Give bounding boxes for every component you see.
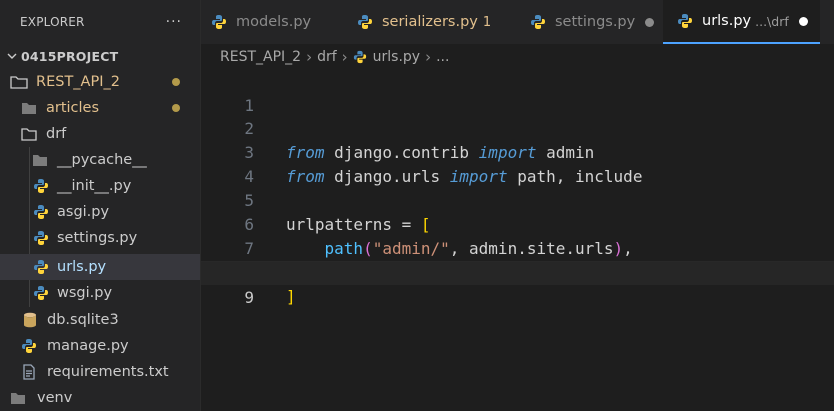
chevron-down-icon: [7, 53, 17, 59]
python-file-icon: [34, 205, 48, 219]
tab-urls-py[interactable]: urls.py ...\drf: [663, 0, 820, 44]
explorer-header: EXPLORER ···: [0, 0, 200, 44]
tab-label: urls.py: [702, 13, 752, 29]
code-line-current[interactable]: 9: [201, 261, 834, 307]
tab-models-py[interactable]: models.py: [211, 0, 361, 44]
tab-label: serializers.py: [382, 14, 478, 30]
tree-item-requirements-txt[interactable]: requirements.txt: [0, 359, 200, 385]
chevron-right-icon: ›: [425, 48, 432, 66]
tree-item-label: wsgi.py: [57, 285, 113, 301]
code-line[interactable]: 4: [201, 141, 834, 186]
tree-item-label: __pycache__: [57, 152, 147, 168]
tree-item-drf[interactable]: drf: [0, 121, 200, 147]
tree-item-asgi-py[interactable]: asgi.py: [0, 199, 200, 225]
tab-settings-py[interactable]: settings.py: [530, 0, 660, 44]
problem-count-badge: 1: [482, 14, 492, 30]
breadcrumb-item[interactable]: drf: [317, 49, 337, 65]
tree-item-label: manage.py: [47, 338, 129, 354]
tree-item-label: requirements.txt: [47, 364, 169, 380]
code-line[interactable]: 3 from django.urls import path, include: [201, 117, 834, 186]
modified-indicator: [172, 104, 180, 112]
text-file-icon: [23, 364, 35, 380]
tab-label: settings.py: [555, 14, 636, 30]
modified-indicator: [172, 78, 180, 86]
tree-item-venv[interactable]: venv: [0, 385, 200, 411]
breadcrumb: REST_API_2 › drf › urls.py › ...: [201, 44, 834, 70]
tree-item-label: asgi.py: [57, 204, 110, 220]
tree-item-label: urls.py: [57, 259, 107, 275]
unsaved-dot-icon[interactable]: [798, 16, 808, 26]
code-line[interactable]: 8 ]: [201, 237, 834, 306]
breadcrumb-item[interactable]: urls.py: [373, 49, 420, 65]
python-file-icon: [353, 50, 366, 64]
code-line[interactable]: 5 urlpatterns = [: [201, 165, 834, 234]
more-actions-icon[interactable]: ···: [166, 14, 182, 30]
project-name: 0415PROJECT: [21, 48, 119, 64]
folder-icon: [22, 103, 36, 114]
chevron-right-icon: ›: [341, 48, 348, 66]
tree-item-label: db.sqlite3: [47, 312, 119, 328]
tab-serializers-py[interactable]: serializers.py 1: [357, 0, 507, 44]
code-line[interactable]: 6 path("admin/", admin.site.urls),: [201, 189, 834, 258]
code-line[interactable]: 2 from django.contrib import admin: [201, 93, 834, 162]
code-editor[interactable]: 1 2 from django.contrib import admin 3 f…: [201, 70, 834, 411]
tree-item-wsgi-py[interactable]: wsgi.py: [0, 280, 200, 306]
tree-item-label: drf: [46, 126, 67, 142]
tree-item-label: settings.py: [57, 230, 138, 246]
tree-item-settings-py[interactable]: settings.py: [0, 225, 200, 251]
project-root[interactable]: 0415PROJECT: [0, 43, 200, 69]
tree-item-manage-py[interactable]: manage.py: [0, 333, 200, 359]
python-file-icon: [531, 15, 545, 29]
tree-item-urls-py[interactable]: urls.py: [0, 254, 200, 280]
python-file-icon: [358, 15, 372, 29]
folder-icon: [11, 393, 25, 404]
python-file-icon: [22, 339, 36, 353]
folder-open-icon: [10, 76, 28, 89]
unsaved-dot-icon[interactable]: [645, 17, 655, 27]
folder-icon: [33, 155, 47, 166]
python-file-icon: [212, 15, 226, 29]
python-file-icon: [678, 14, 692, 28]
code-line[interactable]: 1: [201, 70, 834, 115]
tree-item-articles[interactable]: articles: [0, 95, 200, 121]
chevron-right-icon: ›: [306, 48, 313, 66]
tree-item-pycache[interactable]: __pycache__: [0, 147, 200, 173]
python-file-icon: [34, 260, 48, 274]
tab-label: models.py: [236, 14, 312, 30]
editor-tab-bar: models.py serializers.py 1 settings.py u…: [201, 0, 834, 44]
tree-item-label: venv: [37, 390, 73, 406]
line-number: 9: [244, 288, 254, 307]
database-icon: [24, 312, 36, 328]
folder-open-icon: [21, 128, 37, 141]
tree-item-rest-api-2[interactable]: REST_API_2: [0, 69, 200, 95]
python-file-icon: [34, 286, 48, 300]
tree-item-db-sqlite3[interactable]: db.sqlite3: [0, 307, 200, 333]
explorer-title: EXPLORER: [20, 15, 85, 29]
tree-item-init-py[interactable]: __init__.py: [0, 173, 200, 199]
tree-item-label: REST_API_2: [36, 74, 120, 90]
tree-item-label: articles: [46, 100, 100, 116]
tree-item-label: __init__.py: [57, 178, 132, 194]
code-text: ]: [286, 287, 296, 306]
breadcrumb-item[interactable]: ...: [436, 49, 449, 65]
python-file-icon: [34, 179, 48, 193]
explorer-sidebar: EXPLORER ··· 0415PROJECT REST_API_2 arti…: [0, 0, 201, 411]
code-line[interactable]: 7 path('api/v1/', include('articles.urls…: [201, 213, 834, 282]
python-file-icon: [34, 231, 48, 245]
breadcrumb-item[interactable]: REST_API_2: [220, 49, 301, 65]
tab-path: ...\drf: [755, 13, 789, 29]
